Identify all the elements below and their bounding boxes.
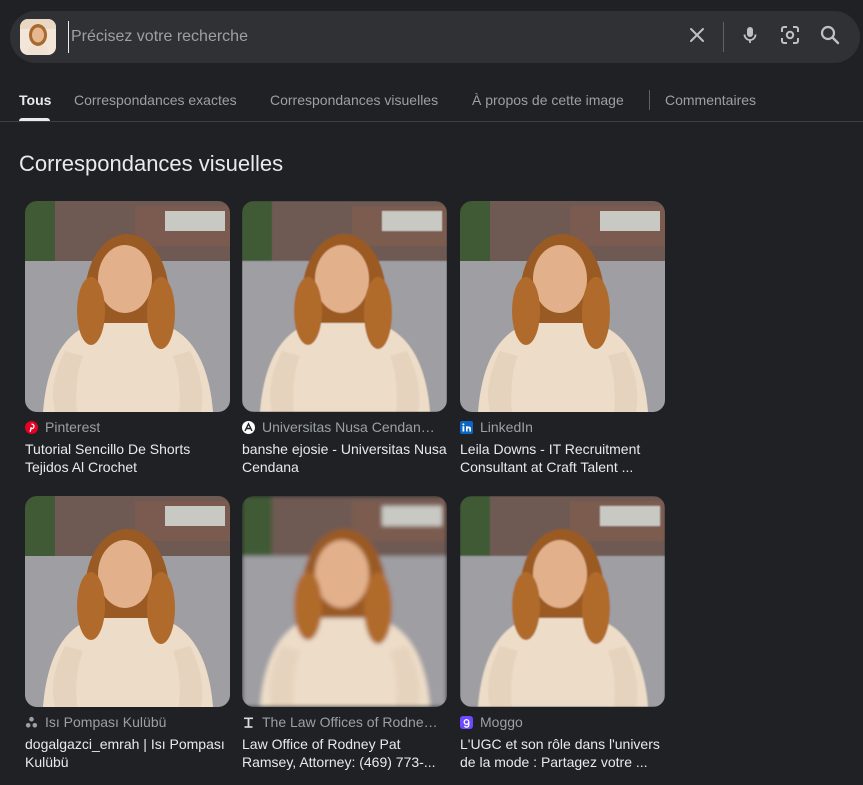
result-thumbnail[interactable] — [242, 496, 447, 707]
search-input[interactable] — [68, 21, 677, 53]
search-icon — [819, 24, 841, 51]
result-thumbnail[interactable] — [460, 496, 665, 707]
tab-tous[interactable]: Tous — [19, 92, 51, 108]
tabs-bar: Tous Correspondances exactes Corresponda… — [0, 78, 863, 122]
result-thumbnail[interactable] — [242, 201, 447, 412]
query-image-thumbnail[interactable] — [20, 19, 56, 55]
result-thumbnail[interactable] — [25, 201, 230, 412]
result-thumbnail[interactable] — [25, 496, 230, 707]
moggo-icon — [460, 715, 473, 729]
linkedin-icon — [460, 420, 473, 434]
tab-about-this-image[interactable]: À propos de cette image — [472, 92, 624, 108]
camera-lens-icon — [779, 24, 801, 51]
page: Tous Correspondances exactes Corresponda… — [0, 0, 863, 785]
result-title[interactable]: banshe ejosie - Universitas Nusa Cendana — [242, 440, 447, 476]
result-title[interactable]: dogalgazci_emrah | Isı Pompası Kulübü — [25, 735, 230, 771]
voice-search-button[interactable] — [730, 17, 770, 57]
close-icon — [687, 25, 707, 50]
result-card[interactable]: Universitas Nusa Cendan… banshe ejosie - … — [242, 201, 447, 476]
result-title[interactable]: Tutorial Sencillo De Shorts Tejidos Al C… — [25, 440, 230, 476]
result-title[interactable]: L'UGC et son rôle dans l'univers de la m… — [460, 735, 665, 771]
result-source-name: The Law Offices of Rodne… — [262, 714, 438, 730]
search-bar — [10, 11, 860, 63]
tab-feedback[interactable]: Commentaires — [665, 92, 756, 108]
result-source-name: Pinterest — [45, 419, 101, 435]
result-source-name: Universitas Nusa Cendan… — [262, 419, 435, 435]
result-source[interactable]: Isı Pompası Kulübü — [25, 714, 230, 730]
active-tab-indicator — [19, 118, 50, 121]
search-button[interactable] — [810, 17, 850, 57]
result-title[interactable]: Law Office of Rodney Pat Ramsey, Attorne… — [242, 735, 447, 771]
university-logo-icon — [242, 420, 255, 434]
result-source-name: LinkedIn — [480, 419, 533, 435]
result-source-name: Isı Pompası Kulübü — [45, 714, 167, 730]
result-source[interactable]: The Law Offices of Rodne… — [242, 714, 447, 730]
clear-button[interactable] — [677, 17, 717, 57]
lens-search-button[interactable] — [770, 17, 810, 57]
tab-visual-matches[interactable]: Correspondances visuelles — [270, 92, 438, 108]
search-bar-divider — [723, 22, 724, 52]
tab-exact-matches[interactable]: Correspondances exactes — [74, 92, 237, 108]
result-source[interactable]: Moggo — [460, 714, 665, 730]
microphone-icon — [740, 25, 760, 50]
result-card[interactable]: Isı Pompası Kulübü dogalgazci_emrah | Isı… — [25, 496, 230, 771]
law-office-icon — [242, 716, 255, 729]
result-thumbnail[interactable] — [460, 201, 665, 412]
result-card[interactable]: Moggo L'UGC et son rôle dans l'univers de… — [460, 496, 665, 771]
result-card[interactable]: LinkedIn Leila Downs - IT Recruitment Con… — [460, 201, 665, 476]
result-source[interactable]: Universitas Nusa Cendan… — [242, 419, 447, 435]
result-title[interactable]: Leila Downs - IT Recruitment Consultant … — [460, 440, 665, 476]
heat-pump-icon — [25, 716, 38, 729]
result-card[interactable]: The Law Offices of Rodne… Law Office of R… — [242, 496, 447, 771]
result-source[interactable]: LinkedIn — [460, 419, 665, 435]
result-card[interactable]: Pinterest Tutorial Sencillo De Shorts Tej… — [25, 201, 230, 476]
result-source[interactable]: Pinterest — [25, 419, 230, 435]
tabs-divider — [649, 90, 650, 110]
pinterest-icon — [25, 420, 38, 434]
result-source-name: Moggo — [480, 714, 523, 730]
section-title: Correspondances visuelles — [19, 151, 284, 176]
